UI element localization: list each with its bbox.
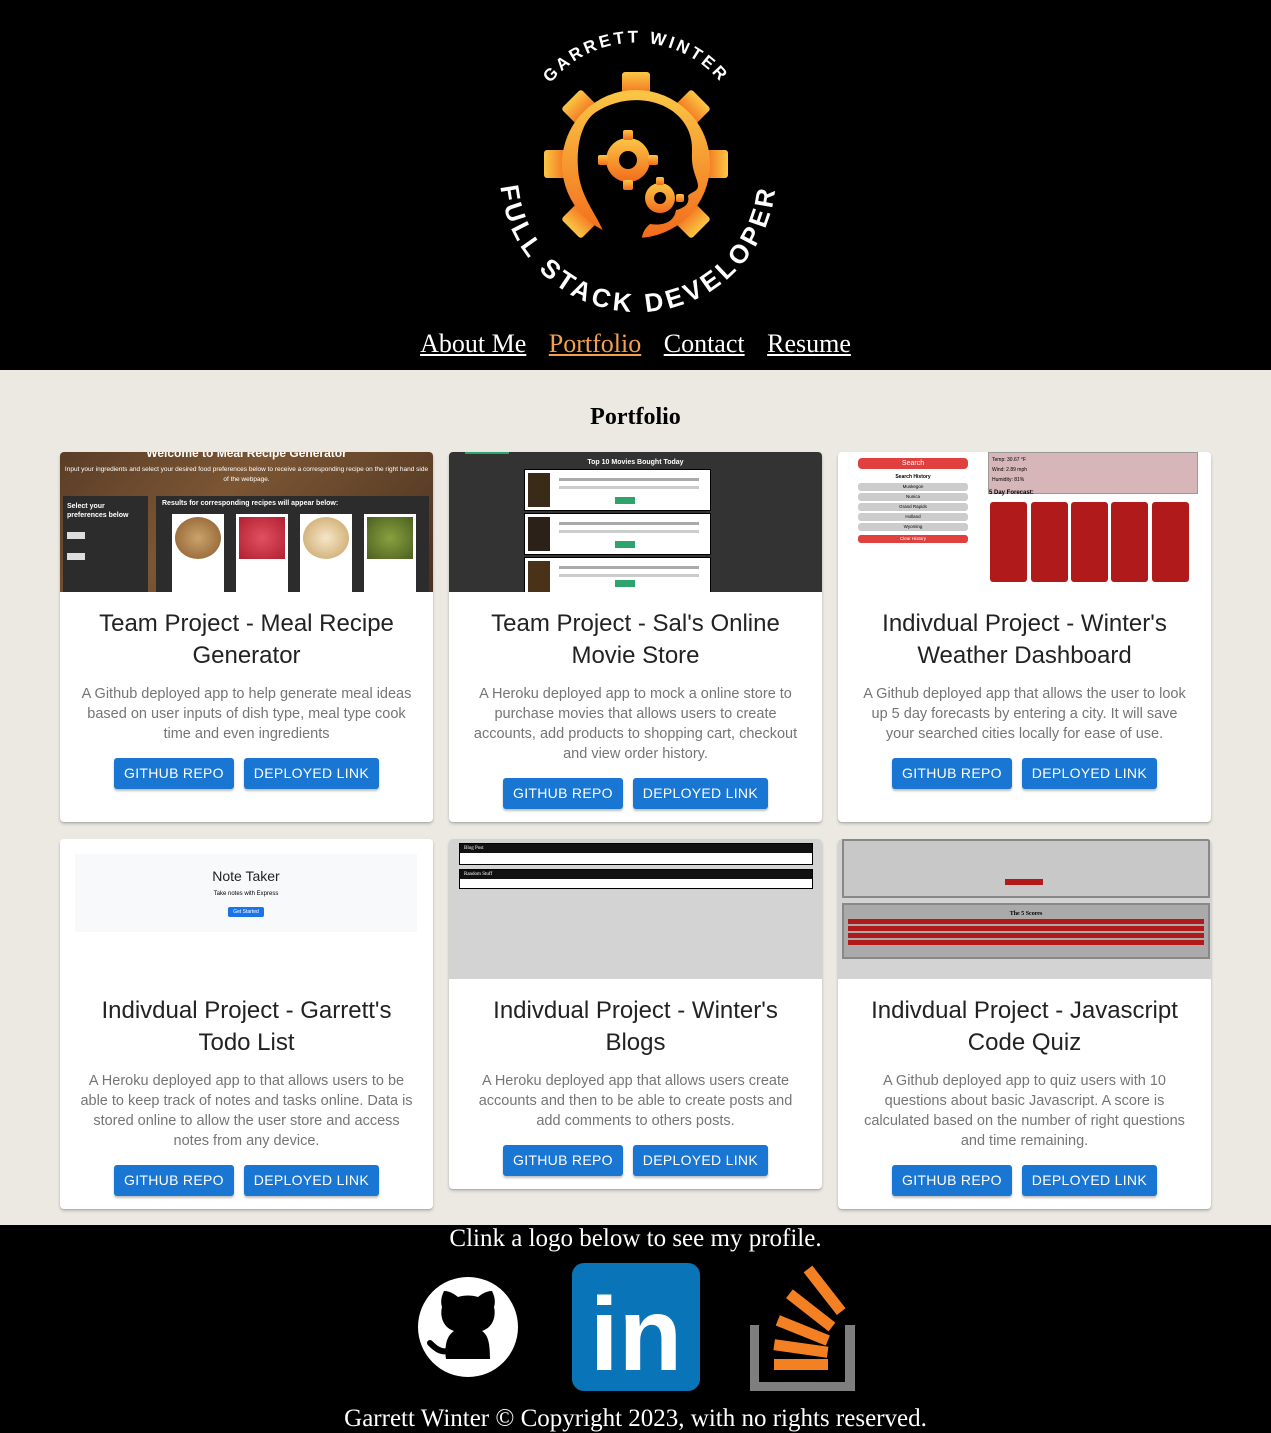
github-repo-button[interactable]: GITHUB REPO: [892, 1165, 1012, 1196]
copyright-text: Garrett Winter © Copyright 2023, with no…: [344, 1405, 927, 1432]
github-profile-link[interactable]: [418, 1263, 518, 1396]
site-header: GARRETT WINTER FULL STACK DEVELOPER Abou…: [0, 0, 1271, 370]
github-repo-button[interactable]: GITHUB REPO: [114, 1165, 234, 1196]
thumb-search-button: Search: [858, 458, 968, 469]
github-icon: [418, 1277, 518, 1377]
gear-head-logo-icon: GARRETT WINTER FULL STACK DEVELOPER: [494, 28, 778, 319]
project-thumbnail[interactable]: The 5 Scores: [838, 839, 1211, 979]
thumb-button: Get Started: [228, 907, 264, 917]
portfolio-section: Portfolio Welcome to Meal Recipe Generat…: [0, 370, 1271, 1225]
project-card: Search Search History Muskegon Nunica Gr…: [838, 452, 1211, 822]
thumb-city: Holland: [858, 513, 968, 521]
thumb-intro: Input your ingredients and select your d…: [64, 466, 429, 483]
thumb-text: Select your preferences below: [67, 503, 129, 519]
thumb-city: Grand Rapids: [858, 503, 968, 511]
github-repo-button[interactable]: GITHUB REPO: [503, 1145, 623, 1176]
section-title: Portfolio: [590, 404, 681, 430]
project-thumbnail[interactable]: Note Taker Take notes with Express Get S…: [60, 839, 433, 979]
footer-cta: Clink a logo below to see my profile.: [449, 1225, 822, 1252]
project-thumbnail[interactable]: Welcome to Meal Recipe Generator Input y…: [60, 452, 433, 592]
project-description: A Heroku deployed app to that allows use…: [80, 1073, 413, 1149]
project-title: Indivdual Project - Garrett's Todo List: [101, 997, 392, 1056]
thumb-panel: Select your preferences below: [63, 496, 148, 592]
github-repo-button[interactable]: GITHUB REPO: [892, 758, 1012, 789]
thumb-banner: Welcome to Meal Recipe Generator: [146, 452, 347, 460]
thumb-text: Search History: [895, 474, 931, 480]
project-title: Indivdual Project - Javascript Code Quiz: [871, 997, 1178, 1056]
thumb-city: Wyoming: [858, 523, 968, 531]
project-thumbnail[interactable]: Top 10 Movies Bought Today: [449, 452, 822, 592]
linkedin-profile-link[interactable]: in: [572, 1263, 700, 1396]
deployed-link-button[interactable]: DEPLOYED LINK: [1021, 1165, 1157, 1196]
project-description: A Github deployed app that allows the us…: [863, 686, 1186, 742]
project-card: Top 10 Movies Bought Today Team Project …: [449, 452, 822, 822]
thumb-text: The 5 Scores: [1009, 911, 1043, 917]
svg-text:in: in: [590, 1277, 682, 1391]
nav-portfolio[interactable]: Portfolio: [549, 329, 641, 358]
nav-about-me[interactable]: About Me: [420, 329, 526, 358]
deployed-link-button[interactable]: DEPLOYED LINK: [632, 1145, 768, 1176]
github-repo-button[interactable]: GITHUB REPO: [114, 758, 234, 789]
thumb-text: Blog Post: [460, 844, 812, 853]
stackoverflow-icon: [749, 1265, 855, 1392]
thumb-city: Muskegon: [858, 483, 968, 491]
thumb-text: Temp: 30.67 °F: [992, 457, 1026, 463]
project-title: Indivdual Project - Winter's Weather Das…: [882, 610, 1167, 669]
project-thumbnail[interactable]: Search Search History Muskegon Nunica Gr…: [838, 452, 1211, 592]
linkedin-icon: in: [572, 1263, 700, 1393]
thumb-text: Wind: 2.89 mph: [992, 467, 1028, 473]
project-title: Team Project - Sal's Online Movie Store: [491, 610, 780, 669]
nav-resume[interactable]: Resume: [767, 329, 851, 358]
thumb-clear-button: Clear History: [858, 535, 968, 543]
nav-contact[interactable]: Contact: [664, 329, 745, 358]
project-card: Note Taker Take notes with Express Get S…: [60, 839, 433, 1209]
deployed-link-button[interactable]: DEPLOYED LINK: [243, 1165, 379, 1196]
thumb-results: Results for corresponding recipes will a…: [156, 496, 429, 592]
thumb-text: Random Stuff: [460, 870, 812, 879]
deployed-link-button[interactable]: DEPLOYED LINK: [243, 758, 379, 789]
thumb-subtitle: Take notes with Express: [213, 891, 279, 897]
thumb-text: Humidity: 81%: [992, 477, 1025, 483]
project-thumbnail[interactable]: Blog Post Random Stuff: [449, 839, 822, 979]
project-card: Welcome to Meal Recipe Generator Input y…: [60, 452, 433, 822]
project-title: Team Project - Meal Recipe Generator: [99, 610, 394, 669]
deployed-link-button[interactable]: DEPLOYED LINK: [632, 778, 768, 809]
project-description: A Github deployed app to help generate m…: [81, 686, 412, 742]
project-card: The 5 Scores Indivdual Project - Javascr…: [838, 839, 1211, 1209]
deployed-link-button[interactable]: DEPLOYED LINK: [1021, 758, 1157, 789]
thumb-text: 5 Day Forecast:: [989, 490, 1034, 496]
project-card: Blog Post Random Stuff Indivdual Project…: [449, 839, 822, 1189]
thumb-title: Note Taker: [212, 868, 280, 884]
site-footer: Clink a logo below to see my profile. in…: [0, 1225, 1271, 1433]
site-logo: GARRETT WINTER FULL STACK DEVELOPER: [480, 14, 792, 319]
project-description: A Github deployed app to quiz users with…: [864, 1073, 1185, 1149]
project-description: A Heroku deployed app to mock a online s…: [473, 686, 798, 762]
thumb-text: Results for corresponding recipes will a…: [162, 500, 339, 507]
thumb-heading: Top 10 Movies Bought Today: [587, 459, 684, 466]
main-nav: About Me Portfolio Contact Resume: [0, 329, 1271, 359]
github-repo-button[interactable]: GITHUB REPO: [503, 778, 623, 809]
project-title: Indivdual Project - Winter's Blogs: [493, 997, 778, 1056]
stackoverflow-profile-link[interactable]: [749, 1263, 858, 1396]
thumb-city: Nunica: [858, 493, 968, 501]
project-description: A Heroku deployed app that allows users …: [478, 1073, 793, 1129]
